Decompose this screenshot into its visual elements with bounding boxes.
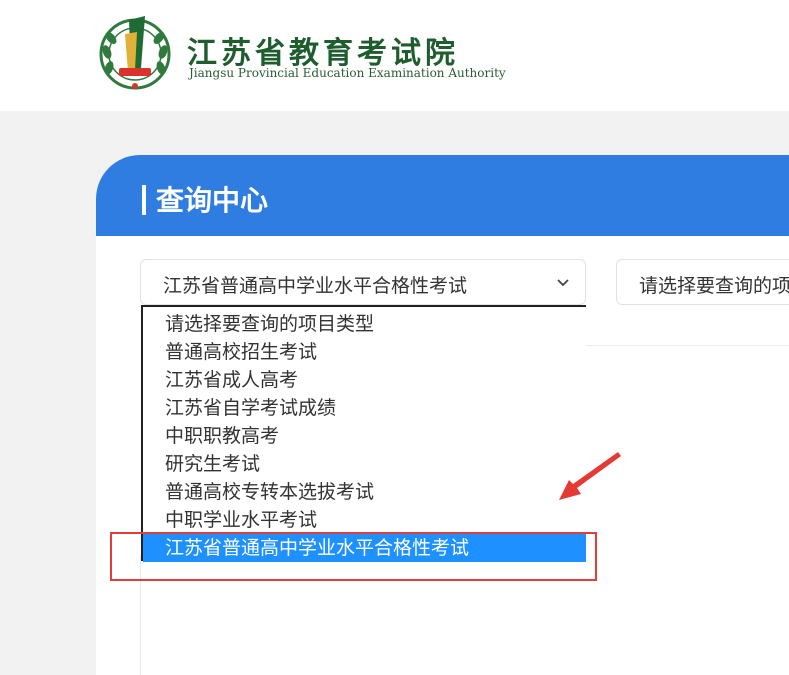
title-bar-mark — [142, 185, 146, 215]
dropdown-option[interactable]: 请选择要查询的项目类型 — [165, 310, 374, 338]
panel-title: 查询中心 — [142, 179, 268, 219]
panel-title-text: 查询中心 — [156, 184, 269, 217]
project-select[interactable]: 请选择要查询的项 — [616, 259, 789, 305]
exam-type-select[interactable]: 江苏省普通高中学业水平合格性考试 — [140, 259, 586, 305]
dropdown-option[interactable]: 普通高校专转本选拔考试 — [165, 478, 374, 506]
dropdown-option[interactable]: 江苏省成人高考 — [165, 366, 298, 394]
annotation-highlight-box — [110, 532, 597, 581]
project-select-value: 请选择要查询的项 — [639, 275, 789, 297]
dropdown-option[interactable]: 江苏省自学考试成绩 — [165, 394, 336, 422]
divider — [586, 345, 789, 346]
site-header: 江苏省教育考试院 Jiangsu Provincial Education Ex… — [0, 0, 789, 111]
org-name-en: Jiangsu Provincial Education Examination… — [189, 66, 506, 80]
exam-type-dropdown-list[interactable]: 请选择要查询的项目类型 普通高校招生考试 江苏省成人高考 江苏省自学考试成绩 中… — [141, 305, 586, 562]
panel-header: 查询中心 — [96, 155, 789, 236]
dropdown-option[interactable]: 中职职教高考 — [165, 422, 279, 450]
emblem-logo-icon — [99, 16, 171, 90]
chevron-down-icon[interactable] — [555, 274, 571, 290]
dropdown-option[interactable]: 中职学业水平考试 — [165, 506, 317, 534]
exam-type-selected-value: 江苏省普通高中学业水平合格性考试 — [163, 275, 468, 297]
dropdown-option[interactable]: 研究生考试 — [165, 450, 260, 478]
dropdown-option[interactable]: 普通高校招生考试 — [165, 338, 317, 366]
red-arrow-icon — [559, 452, 621, 500]
